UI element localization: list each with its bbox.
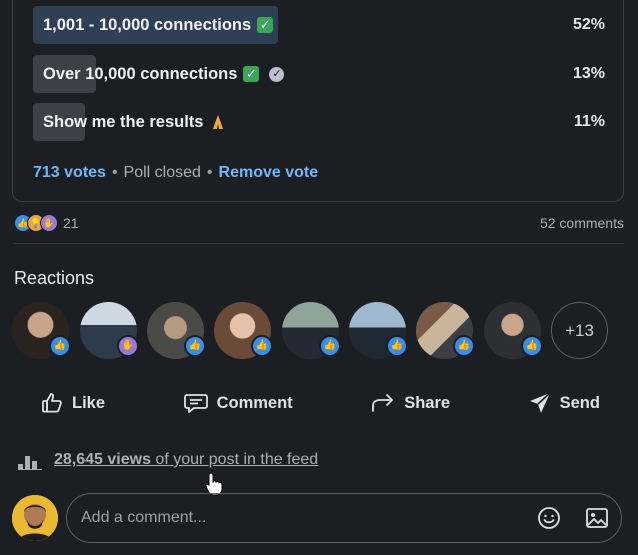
user-photo: [12, 495, 58, 541]
like-badge-icon: 👍: [319, 335, 341, 357]
current-user-avatar[interactable]: [12, 495, 58, 541]
share-label: Share: [404, 393, 451, 412]
avatar[interactable]: 👍: [282, 302, 341, 359]
poll-footer: 713 votes • Poll closed • Remove vote: [33, 164, 318, 182]
poll-status: Poll closed: [123, 164, 201, 181]
like-icon: [42, 393, 62, 413]
views-suffix: of your post in the feed: [155, 451, 319, 468]
check-mark-icon: ✓: [257, 17, 274, 33]
comments-count-link[interactable]: 52 comments: [540, 215, 624, 231]
avatar[interactable]: ✋: [80, 302, 139, 359]
comment-composer: [12, 493, 626, 543]
verified-icon: ✓: [269, 66, 285, 82]
votes-link[interactable]: 713 votes: [33, 164, 106, 182]
like-label: Like: [72, 393, 106, 412]
folded-hands-icon: [213, 115, 224, 129]
celebrate-badge-icon: ✋: [117, 335, 139, 357]
poll-option-3-percent: 11%: [573, 113, 605, 130]
poll-option-2-percent: 13%: [572, 65, 605, 82]
avatar[interactable]: 👍: [214, 302, 273, 359]
post-actions: Like Comment Share Send: [40, 390, 600, 416]
post-analytics: 28,645 views of your post in the feed: [18, 450, 318, 470]
reactor-avatars: 👍 ✋ 👍 👍 👍 👍 👍 👍 +13: [12, 302, 632, 360]
comment-label: Comment: [216, 393, 293, 412]
reaction-summary[interactable]: 👍 💡 ✋ 21: [14, 214, 79, 232]
more-reactors-button[interactable]: +13: [551, 302, 608, 359]
avatar[interactable]: 👍: [349, 302, 408, 359]
like-badge-icon: 👍: [49, 335, 71, 357]
poll-option-3-label: Show me the results: [43, 112, 204, 131]
views-link[interactable]: 28,645 views of your post in the feed: [54, 451, 318, 469]
poll-option-2[interactable]: Over 10,000 connections ✓ ✓ 13%: [33, 55, 605, 93]
send-label: Send: [559, 393, 600, 412]
avatar[interactable]: 👍: [12, 302, 71, 359]
like-button[interactable]: Like: [40, 391, 105, 415]
divider: [14, 243, 624, 244]
celebrate-reaction-icon: ✋: [40, 214, 58, 232]
poll-option-3[interactable]: Show me the results 11%: [33, 103, 605, 141]
reactions-heading: Reactions: [14, 268, 95, 288]
separator-dot: •: [111, 164, 118, 181]
send-icon: [529, 392, 551, 413]
share-icon: [372, 394, 394, 412]
check-mark-icon: ✓: [243, 66, 260, 82]
poll-card: 1,001 - 10,000 connections ✓ 52% Over 10…: [12, 0, 624, 202]
avatar[interactable]: 👍: [147, 302, 206, 359]
reaction-count: 21: [63, 215, 79, 231]
like-badge-icon: 👍: [251, 335, 273, 357]
avatar[interactable]: 👍: [416, 302, 475, 359]
bar-chart-icon: [18, 456, 42, 470]
image-icon[interactable]: [585, 507, 609, 529]
social-counts: 👍 💡 ✋ 21 52 comments: [14, 212, 624, 234]
avatar[interactable]: 👍: [484, 302, 543, 359]
poll-option-1-percent: 52%: [572, 16, 605, 33]
share-button[interactable]: Share: [370, 391, 450, 415]
comment-icon: [183, 394, 208, 413]
views-count: 28,645 views: [54, 451, 151, 468]
comment-button[interactable]: Comment: [183, 391, 293, 415]
emoji-icon[interactable]: [537, 506, 561, 530]
send-button[interactable]: Send: [528, 391, 600, 415]
poll-option-2-label: Over 10,000 connections: [43, 64, 238, 83]
remove-vote-link[interactable]: Remove vote: [219, 164, 319, 182]
like-badge-icon: 👍: [453, 335, 475, 357]
like-badge-icon: 👍: [521, 335, 543, 357]
like-badge-icon: 👍: [386, 335, 408, 357]
poll-option-1-label: 1,001 - 10,000 connections: [43, 15, 252, 34]
like-badge-icon: 👍: [184, 335, 206, 357]
poll-option-1[interactable]: 1,001 - 10,000 connections ✓ 52%: [33, 6, 605, 44]
separator-dot: •: [206, 164, 213, 181]
